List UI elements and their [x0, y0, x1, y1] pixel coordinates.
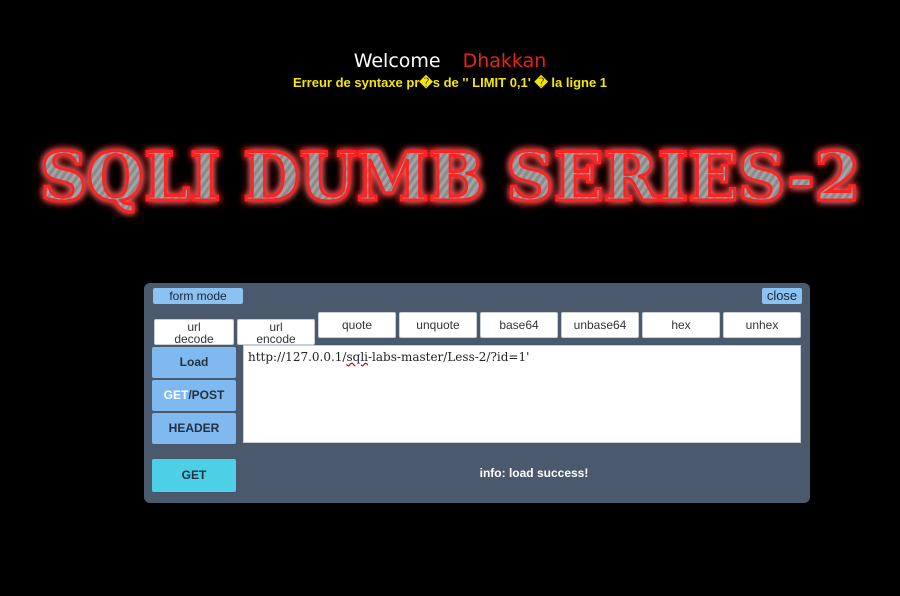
quote-button[interactable]: quote [318, 312, 396, 338]
close-button[interactable]: close [762, 288, 802, 304]
header-button[interactable]: HEADER [152, 413, 236, 444]
series-logo: SQLI DUMB SERIES-2 [0, 138, 900, 218]
url-suffix: -labs-master/Less-2/?id=1' [368, 350, 530, 364]
url-decode-button[interactable]: url decode [154, 319, 234, 345]
form-mode-button[interactable]: form mode [153, 288, 243, 304]
info-status: info: load success! [479, 466, 589, 480]
url-spellcheck-word: sqli [346, 350, 368, 364]
username: Dhakkan [462, 50, 547, 72]
url-prefix: http://127.0.0.1/ [248, 350, 347, 364]
unhex-button[interactable]: unhex [723, 312, 801, 338]
get-post-toggle[interactable]: GET/POST [152, 380, 236, 411]
url-decode-label-2: decode [174, 332, 214, 346]
submit-get-button[interactable]: GET [152, 459, 236, 492]
unquote-button[interactable]: unquote [399, 312, 477, 338]
post-toggle-label: /POST [188, 388, 225, 402]
unbase64-button[interactable]: unbase64 [561, 312, 639, 338]
hex-button[interactable]: hex [642, 312, 720, 338]
logo-text: SQLI DUMB SERIES-2 [40, 138, 860, 216]
url-encode-label-2: encode [256, 332, 296, 346]
welcome-label: Welcome [353, 50, 441, 72]
load-button[interactable]: Load [152, 347, 236, 378]
url-textarea[interactable]: http://127.0.0.1/sqli-labs-master/Less-2… [243, 345, 801, 443]
welcome-line: Welcome Dhakkan [0, 50, 900, 72]
get-toggle-label: GET [163, 388, 189, 402]
hackbar-panel: form mode close url decode url encode qu… [144, 283, 810, 503]
sql-error-message: Erreur de syntaxe pr�s de '' LIMIT 0,1' … [292, 75, 608, 90]
url-encode-button[interactable]: url encode [237, 319, 315, 345]
base64-button[interactable]: base64 [480, 312, 558, 338]
